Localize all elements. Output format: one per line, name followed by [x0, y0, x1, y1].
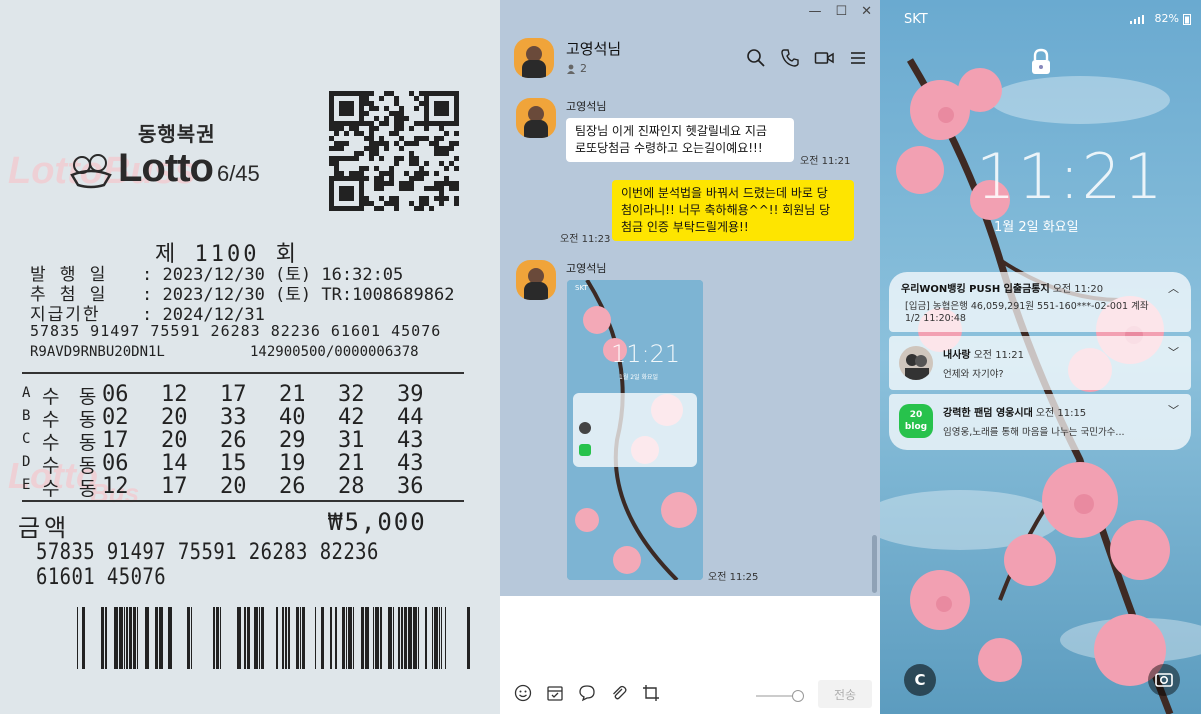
message-bubble[interactable]: 팀장님 이게 진짜인지 헷갈릴네요 지금 로또당첨금 수령하고 오는길이예요!!…	[566, 118, 794, 162]
message-text-line: 로또당첨금 수령하고 오는길이예요!!!	[575, 141, 763, 155]
ticket-code-right: 142900500/0000006378	[250, 344, 419, 360]
ticket-row: E 수 동 12 17 20 26 28 36	[22, 474, 456, 501]
notification-app: 내사랑 오전 11:21	[943, 350, 1025, 361]
sender-avatar[interactable]	[516, 98, 556, 138]
member-count[interactable]: 2	[566, 62, 587, 75]
status-carrier: SKT	[904, 12, 928, 27]
row-number: 36	[397, 474, 424, 499]
phone-icon[interactable]	[780, 48, 800, 68]
font-size-slider-knob[interactable]	[792, 690, 804, 702]
notification-text: 임영웅,노래를 통해 마음을 나누는 국민가수...	[943, 427, 1125, 438]
screenshot-attachment[interactable]: SKT 11:21 1월 2일 화요일	[567, 280, 703, 580]
notification-text: [입금] 농협은행 46,059,291원 551-160***-02-001 …	[905, 301, 1149, 312]
message-time: 오전 11:25	[708, 572, 759, 583]
row-number: 26	[279, 474, 306, 499]
message-time: 오전 11:23	[560, 234, 611, 245]
lotto-numbers-label: 6/45	[216, 161, 260, 186]
notification-message[interactable]: 내사랑 오전 11:21 ﹀ 언제와 자기야?	[889, 336, 1191, 390]
message-time: 오전 11:21	[800, 156, 851, 167]
lock-clock: 11:21	[976, 140, 1165, 213]
sender-name: 고영석님	[566, 100, 607, 113]
chat-bubble-icon[interactable]	[578, 684, 596, 702]
person-icon	[567, 64, 575, 74]
chevron-down-icon[interactable]: ﹀	[1168, 402, 1179, 418]
header-toolbar	[746, 48, 868, 68]
sender-name: 고영석님	[566, 262, 607, 275]
notification-text: 언제와 자기야?	[943, 369, 1004, 380]
row-number: 20	[220, 474, 247, 499]
notification-subtext: 1/2 11:20:48	[905, 313, 966, 324]
blog-app-icon: 20 blog	[899, 404, 933, 438]
video-icon[interactable]	[814, 48, 834, 68]
message-text-line: 첨이라니!! 너무 축하해용^^!! 회원님 당	[621, 203, 831, 217]
notification-app: 우리WON뱅킹 PUSH 입출금통지 오전 11:20	[901, 284, 1104, 295]
battery-level: 82%	[1154, 12, 1179, 25]
row-number: 28	[338, 474, 365, 499]
paperclip-icon[interactable]	[610, 684, 628, 702]
notification-time: 오전 11:20	[1052, 284, 1104, 295]
chevron-up-icon[interactable]: ︿	[1168, 280, 1179, 296]
row-number: 17	[161, 474, 188, 499]
menu-icon[interactable]	[848, 48, 868, 68]
message-text-line: 팀장님 이게 진짜인지 헷갈릴네요 지금	[575, 124, 767, 138]
row-type: 수 동	[42, 478, 101, 500]
lotto-balls-icon	[70, 154, 112, 189]
camera-shortcut-icon[interactable]	[1148, 664, 1180, 696]
battery-icon	[1183, 13, 1191, 25]
attachment-date: 1월 2일 화요일	[619, 374, 659, 381]
qr-code	[329, 91, 459, 211]
barcode	[77, 607, 470, 669]
calendar-icon[interactable]	[546, 684, 564, 702]
message-input-area[interactable]: 전송	[500, 596, 880, 714]
chat-title: 고영석님	[566, 40, 622, 58]
notification-time: 오전 11:21	[973, 350, 1025, 361]
signal-icon	[1129, 14, 1144, 24]
phone-lock-screen: SKT 82% 11:21 1월 2일 화요일 우리WON뱅킹 PUSH 입출금…	[880, 0, 1201, 714]
phone-shortcut-icon[interactable]: C	[904, 664, 936, 696]
notification-bank[interactable]: 우리WON뱅킹 PUSH 입출금통지 오전 11:20 ︿ [입금] 농협은행 4…	[889, 272, 1191, 332]
lottery-ticket-photo: LottoBuss Lotto Bus 동행복권 Lotto 6/45 제 11…	[0, 0, 500, 714]
amount-value: ₩5,000	[328, 508, 427, 536]
sender-avatar[interactable]	[516, 260, 556, 300]
send-button[interactable]: 전송	[818, 680, 872, 708]
row-number: 12	[102, 474, 129, 499]
row-letter: E	[22, 477, 31, 493]
close-button[interactable]: ✕	[861, 4, 872, 19]
notification-app: 강력한 팬덤 영웅시대 오전 11:15	[943, 408, 1087, 419]
lock-icon[interactable]	[1030, 48, 1052, 76]
chat-header: 고영석님 2	[500, 24, 880, 86]
ticket-divider-2	[22, 500, 464, 502]
ticket-brand-sub: 동행복권	[138, 122, 216, 146]
minimize-button[interactable]: —	[808, 4, 821, 19]
avatar[interactable]	[514, 38, 554, 78]
scrollbar[interactable]	[872, 535, 877, 593]
member-count-value: 2	[580, 62, 587, 75]
ticket-code-left: R9AVD9RNBU20DN1L	[30, 344, 165, 360]
notification-blog[interactable]: 20 blog 강력한 팬덤 영웅시대 오전 11:15 ﹀ 임영웅,노래를 통해 …	[889, 394, 1191, 450]
amount-label: 금액	[18, 514, 71, 542]
lock-date: 1월 2일 화요일	[994, 220, 1079, 235]
chevron-down-icon[interactable]: ﹀	[1168, 344, 1179, 360]
window-controls: — ☐ ✕	[808, 4, 872, 19]
search-icon[interactable]	[746, 48, 766, 68]
my-message-bubble[interactable]: 이번에 분석법을 바꿔서 드렸는데 바로 당 첨이라니!! 너무 축하해용^^!…	[612, 180, 854, 241]
maximize-button[interactable]: ☐	[835, 4, 847, 19]
lotto-word: Lotto	[118, 146, 214, 190]
message-text-line: 이번에 분석법을 바꿔서 드렸는데 바로 당	[621, 186, 828, 200]
ticket-serial-bottom: 57835 91497 75591 26283 82236 61601 4507…	[36, 540, 379, 590]
crop-icon[interactable]	[642, 684, 660, 702]
message-text-line: 첨금 인증 부탁드릴게용!!	[621, 220, 749, 234]
notification-time: 오전 11:15	[1035, 408, 1087, 419]
input-toolbar	[514, 684, 660, 702]
avatar	[899, 346, 933, 380]
attachment-wallpaper	[567, 280, 703, 580]
emoji-icon[interactable]	[514, 684, 532, 702]
ticket-divider	[22, 372, 464, 374]
ticket-serial: 57835 91497 75591 26283 82236 61601 4507…	[30, 322, 442, 340]
attachment-carrier: SKT	[575, 284, 588, 292]
attachment-clock: 11:21	[611, 340, 681, 368]
lotto-logo: Lotto 6/45	[68, 146, 260, 191]
status-bar: 82%	[1129, 12, 1191, 25]
